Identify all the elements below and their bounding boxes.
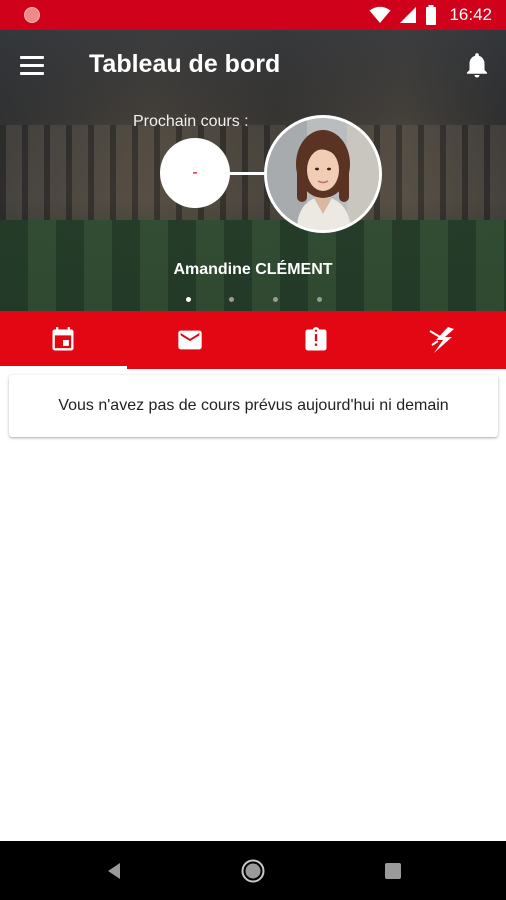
pager-dot bbox=[229, 297, 234, 302]
back-icon[interactable] bbox=[84, 841, 144, 900]
next-course-value: - bbox=[192, 164, 198, 181]
status-time: 16:42 bbox=[449, 5, 492, 24]
pager-dot bbox=[273, 297, 278, 302]
teacher-avatar[interactable] bbox=[264, 115, 382, 233]
pager-dot bbox=[186, 297, 191, 302]
next-course-label: Prochain cours : bbox=[133, 113, 249, 130]
teacher-name: Amandine CLÉMENT bbox=[173, 261, 333, 278]
calendar-icon bbox=[52, 327, 74, 351]
next-course-circle[interactable]: - bbox=[160, 138, 230, 208]
page-title: Tableau de bord bbox=[89, 50, 281, 78]
connector-line bbox=[229, 172, 269, 175]
pager-dot bbox=[317, 297, 322, 302]
page-indicator bbox=[186, 297, 326, 303]
tab-bar bbox=[0, 311, 506, 369]
home-icon[interactable] bbox=[223, 841, 283, 900]
signal-icon bbox=[400, 7, 417, 23]
wifi-icon bbox=[369, 6, 391, 23]
tab-messages[interactable] bbox=[127, 311, 254, 369]
battery-icon bbox=[426, 5, 437, 25]
empty-state-card: Vous n'avez pas de cours prévus aujourd'… bbox=[9, 375, 498, 437]
status-icons: 16:42 bbox=[369, 0, 492, 30]
lightning-icon bbox=[429, 327, 454, 353]
hamburger-menu-icon[interactable] bbox=[20, 52, 50, 78]
empty-state-message: Vous n'avez pas de cours prévus aujourd'… bbox=[58, 397, 449, 414]
mail-icon bbox=[178, 330, 202, 350]
recents-icon[interactable] bbox=[363, 841, 423, 900]
main-content: Vous n'avez pas de cours prévus aujourd'… bbox=[0, 369, 506, 841]
bell-icon[interactable] bbox=[462, 50, 492, 80]
dashboard-header: Tableau de bord Prochain cours : - Amand… bbox=[0, 30, 506, 311]
tab-absences[interactable] bbox=[253, 311, 380, 369]
clipboard-alert-icon bbox=[305, 327, 327, 351]
status-bar: 16:42 bbox=[0, 0, 506, 30]
tab-news[interactable] bbox=[380, 311, 506, 369]
teacher-photo bbox=[267, 118, 379, 230]
navigation-bar bbox=[0, 841, 506, 900]
tab-calendar[interactable] bbox=[0, 311, 127, 369]
recording-dot-icon bbox=[24, 7, 40, 23]
